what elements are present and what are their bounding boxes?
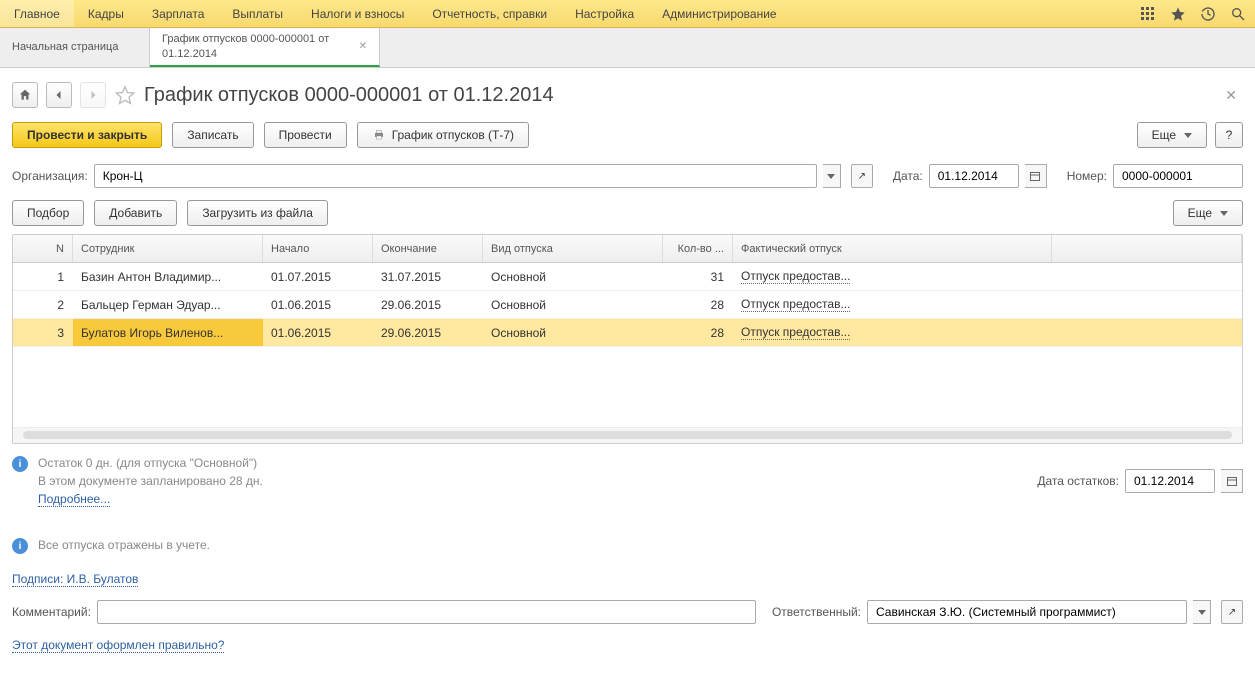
cell-type: Основной <box>483 291 663 318</box>
forward-button <box>80 82 106 108</box>
cell-start: 01.07.2015 <box>263 263 373 290</box>
org-open-button[interactable]: ↗ <box>851 164 873 188</box>
number-input[interactable] <box>1113 164 1243 188</box>
col-tail[interactable] <box>1052 235 1242 262</box>
org-label: Организация: <box>12 169 88 183</box>
responsible-open-button[interactable]: ↗ <box>1221 600 1243 624</box>
home-button[interactable] <box>12 82 38 108</box>
table-row[interactable]: 2Бальцер Герман Эдуар...01.06.201529.06.… <box>13 291 1242 319</box>
load-from-file-button[interactable]: Загрузить из файла <box>187 200 328 226</box>
pick-button[interactable]: Подбор <box>12 200 84 226</box>
col-end[interactable]: Окончание <box>373 235 483 262</box>
cell-type: Основной <box>483 319 663 346</box>
org-dropdown[interactable] <box>823 164 841 188</box>
cell-end: 29.06.2015 <box>373 319 483 346</box>
topmenu-item-3[interactable]: Выплаты <box>218 0 297 27</box>
org-input[interactable] <box>94 164 817 188</box>
calendar-icon[interactable] <box>1025 164 1047 188</box>
add-button[interactable]: Добавить <box>94 200 177 226</box>
col-n[interactable]: N <box>13 235 73 262</box>
col-type[interactable]: Вид отпуска <box>483 235 663 262</box>
cell-actual: Отпуск предостав... <box>733 319 1052 346</box>
more-button[interactable]: Еще <box>1137 122 1207 148</box>
info-text: Остаток 0 дн. (для отпуска "Основной") В… <box>38 454 263 508</box>
top-menu: ГлавноеКадрыЗарплатаВыплатыНалоги и взно… <box>0 0 791 27</box>
favorite-star-icon[interactable] <box>114 84 136 106</box>
cell-employee: Булатов Игорь Виленов... <box>73 319 263 346</box>
cell-n: 1 <box>13 263 73 290</box>
help-button[interactable]: ? <box>1215 122 1243 148</box>
post-button[interactable]: Провести <box>264 122 347 148</box>
tab-home[interactable]: Начальная страница <box>0 28 150 67</box>
topmenu-item-4[interactable]: Налоги и взносы <box>297 0 418 27</box>
cell-type: Основной <box>483 263 663 290</box>
search-icon[interactable] <box>1229 5 1247 23</box>
responsible-input[interactable] <box>867 600 1187 624</box>
calendar-icon[interactable] <box>1221 469 1243 493</box>
cell-actual: Отпуск предостав... <box>733 291 1052 318</box>
date-label: Дата: <box>893 169 923 183</box>
table-more-button[interactable]: Еще <box>1173 200 1243 226</box>
horizontal-scrollbar[interactable] <box>13 427 1242 443</box>
number-label: Номер: <box>1067 169 1107 183</box>
cell-actual: Отпуск предостав... <box>733 263 1052 290</box>
print-schedule-button[interactable]: График отпусков (Т-7) <box>357 122 529 148</box>
date-input[interactable] <box>929 164 1019 188</box>
topmenu-item-7[interactable]: Администрирование <box>648 0 790 27</box>
table-row[interactable]: 3Булатов Игорь Виленов...01.06.201529.06… <box>13 319 1242 347</box>
balance-date-input[interactable] <box>1125 469 1215 493</box>
save-button[interactable]: Записать <box>172 122 253 148</box>
vacation-link[interactable]: Отпуск предостав... <box>741 325 850 340</box>
vacation-table: N Сотрудник Начало Окончание Вид отпуска… <box>12 234 1243 444</box>
close-icon[interactable]: ✕ <box>359 41 367 52</box>
history-icon[interactable] <box>1199 5 1217 23</box>
page-title: График отпусков 0000-000001 от 01.12.201… <box>144 84 554 107</box>
details-link[interactable]: Подробнее... <box>38 492 110 507</box>
cell-employee: Базин Антон Владимир... <box>73 263 263 290</box>
tab-active[interactable]: График отпусков 0000-000001 от 01.12.201… <box>150 28 380 67</box>
close-icon[interactable]: ✕ <box>1219 87 1243 104</box>
topmenu-item-5[interactable]: Отчетность, справки <box>418 0 561 27</box>
star-icon[interactable] <box>1169 5 1187 23</box>
cell-n: 3 <box>13 319 73 346</box>
cell-end: 31.07.2015 <box>373 263 483 290</box>
comment-input[interactable] <box>97 600 756 624</box>
info-text-2: Все отпуска отражены в учете. <box>38 536 210 554</box>
vacation-link[interactable]: Отпуск предостав... <box>741 269 850 284</box>
topmenu-item-0[interactable]: Главное <box>0 0 74 27</box>
cell-start: 01.06.2015 <box>263 319 373 346</box>
cell-qty: 28 <box>663 291 733 318</box>
topmenu-item-6[interactable]: Настройка <box>561 0 648 27</box>
grid-icon[interactable] <box>1139 5 1157 23</box>
topmenu-item-2[interactable]: Зарплата <box>138 0 219 27</box>
cell-start: 01.06.2015 <box>263 291 373 318</box>
back-button[interactable] <box>46 82 72 108</box>
cell-qty: 31 <box>663 263 733 290</box>
col-start[interactable]: Начало <box>263 235 373 262</box>
topmenu-item-1[interactable]: Кадры <box>74 0 138 27</box>
vacation-link[interactable]: Отпуск предостав... <box>741 297 850 312</box>
col-actual[interactable]: Фактический отпуск <box>733 235 1052 262</box>
col-employee[interactable]: Сотрудник <box>73 235 263 262</box>
responsible-dropdown[interactable] <box>1193 600 1211 624</box>
table-row[interactable]: 1Базин Антон Владимир...01.07.201531.07.… <box>13 263 1242 291</box>
signatures-link[interactable]: Подписи: И.В. Булатов <box>12 572 138 587</box>
responsible-label: Ответственный: <box>772 605 861 619</box>
col-qty[interactable]: Кол-во ... <box>663 235 733 262</box>
cell-end: 29.06.2015 <box>373 291 483 318</box>
info-icon: i <box>12 456 28 472</box>
cell-n: 2 <box>13 291 73 318</box>
info-icon: i <box>12 538 28 554</box>
doc-correct-link[interactable]: Этот документ оформлен правильно? <box>12 638 224 653</box>
cell-qty: 28 <box>663 319 733 346</box>
cell-employee: Бальцер Герман Эдуар... <box>73 291 263 318</box>
post-and-close-button[interactable]: Провести и закрыть <box>12 122 162 148</box>
comment-label: Комментарий: <box>12 605 91 619</box>
balance-date-label: Дата остатков: <box>1037 474 1119 488</box>
